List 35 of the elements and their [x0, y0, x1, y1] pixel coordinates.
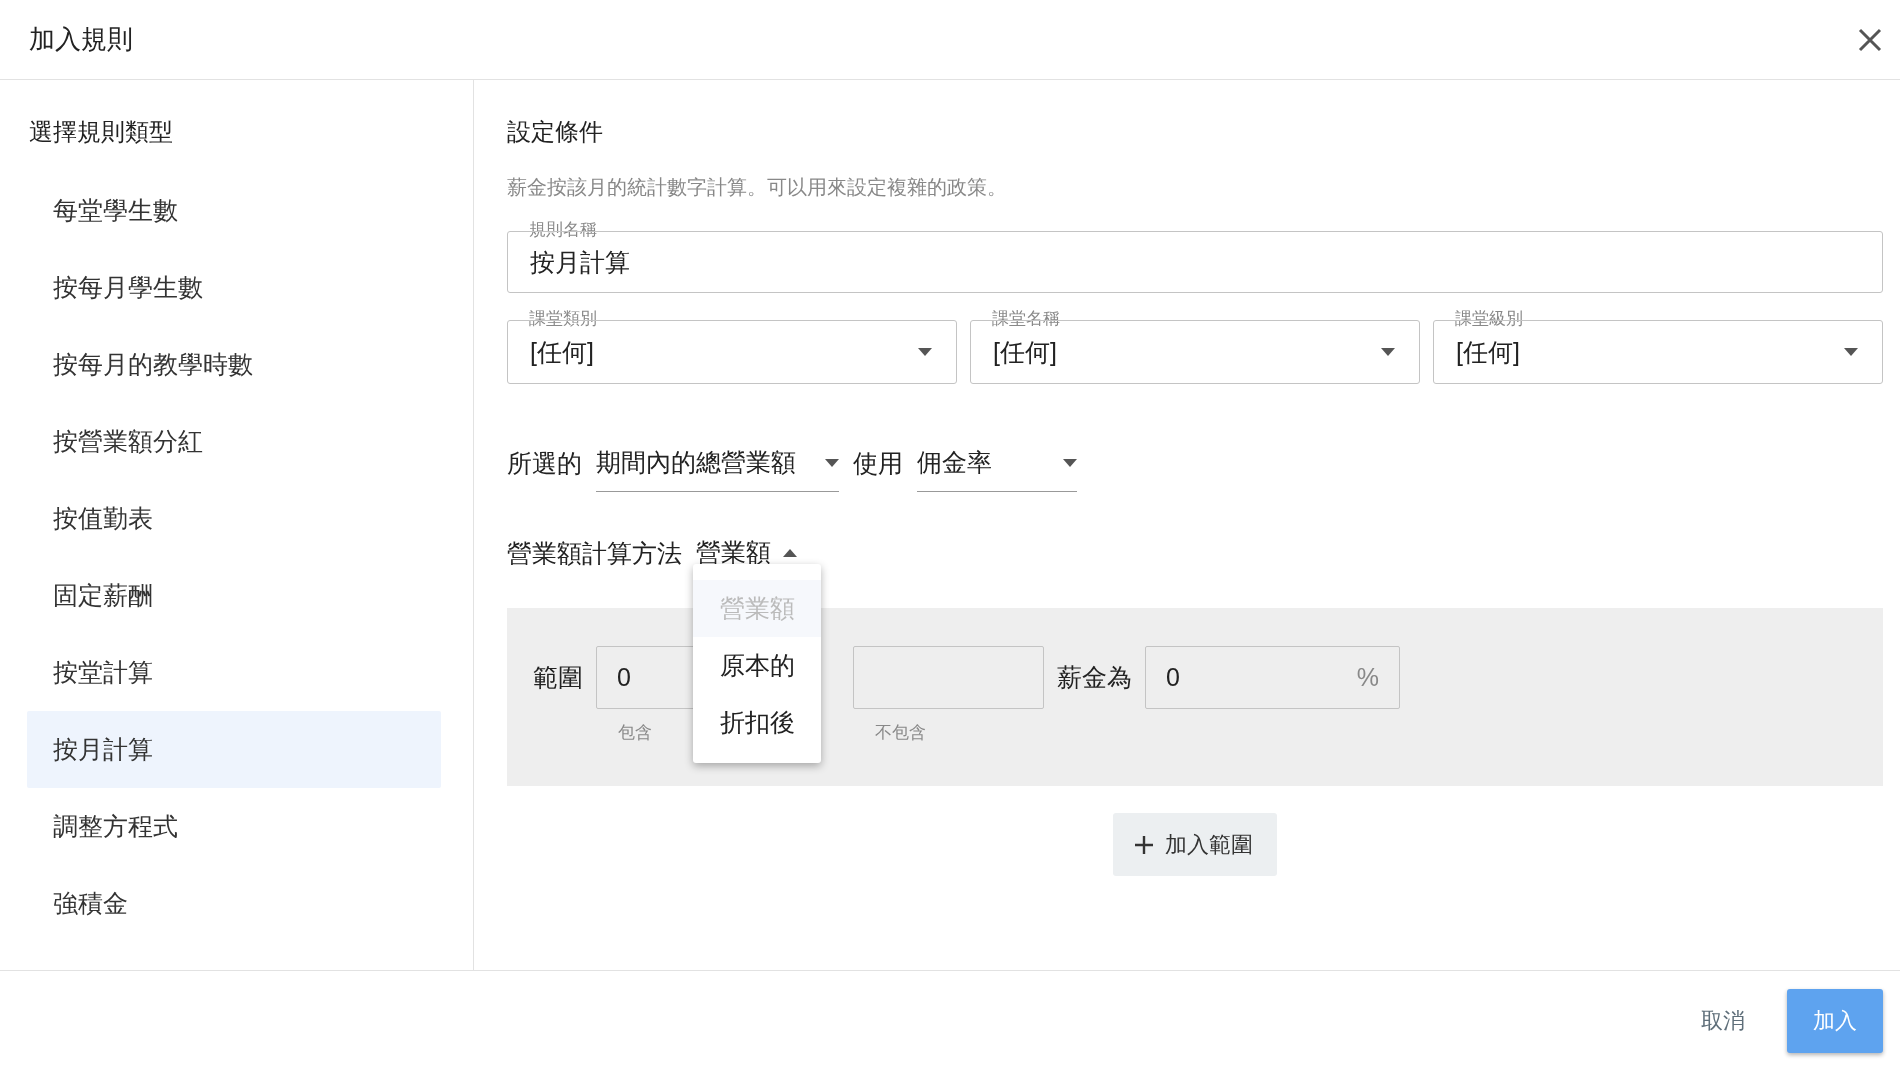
caret-down-icon	[825, 458, 839, 467]
rule-type-item[interactable]: 按月計算	[27, 711, 441, 788]
sidebar-heading: 選擇規則類型	[29, 117, 174, 147]
add-range-button[interactable]: 加入範圍	[1113, 813, 1277, 876]
salary-label: 薪金為	[1057, 662, 1132, 693]
rule-type-item[interactable]: 固定薪酬	[27, 557, 441, 634]
hint-text: 不包含	[875, 722, 926, 744]
dialog-title: 加入規則	[29, 23, 133, 56]
rule-type-item[interactable]: 按堂計算	[27, 634, 441, 711]
description-text: 薪金按該月的統計數字計算。可以用來設定複雜的政策。	[507, 175, 1008, 200]
rule-type-item[interactable]: 按值勤表	[27, 480, 441, 557]
inline-select[interactable]: 佣金率	[917, 434, 1077, 492]
row-label: 使用	[853, 447, 903, 479]
range-to-field[interactable]	[853, 646, 1044, 709]
row-label: 所選的	[507, 447, 582, 479]
section-heading: 設定條件	[507, 117, 604, 147]
row-label: 營業額計算方法	[507, 537, 682, 569]
caret-down-icon	[918, 348, 932, 356]
caret-up-icon	[783, 548, 797, 557]
range-label: 範圍	[533, 662, 583, 693]
rule-type-item[interactable]: 按每月的教學時數	[27, 326, 441, 403]
hint-text: 包含	[618, 722, 652, 744]
plus-icon	[1135, 835, 1153, 854]
caret-down-icon	[1381, 348, 1395, 356]
close-icon	[1858, 27, 1882, 52]
rule-type-item[interactable]: 每堂學生數	[27, 172, 441, 249]
rule-type-item[interactable]: 調整方程式	[27, 788, 441, 865]
rule-type-item[interactable]: 強積金	[27, 865, 441, 942]
caret-down-icon	[1063, 458, 1077, 467]
inline-select[interactable]: 期間內的總營業額	[596, 434, 839, 492]
caret-down-icon	[1844, 348, 1858, 356]
rule-type-item[interactable]: 按每月學生數	[27, 249, 441, 326]
salary-field[interactable]: 0 %	[1145, 646, 1400, 709]
cancel-button[interactable]: 取消	[1697, 997, 1749, 1044]
rule-type-item[interactable]: 按營業額分紅	[27, 403, 441, 480]
